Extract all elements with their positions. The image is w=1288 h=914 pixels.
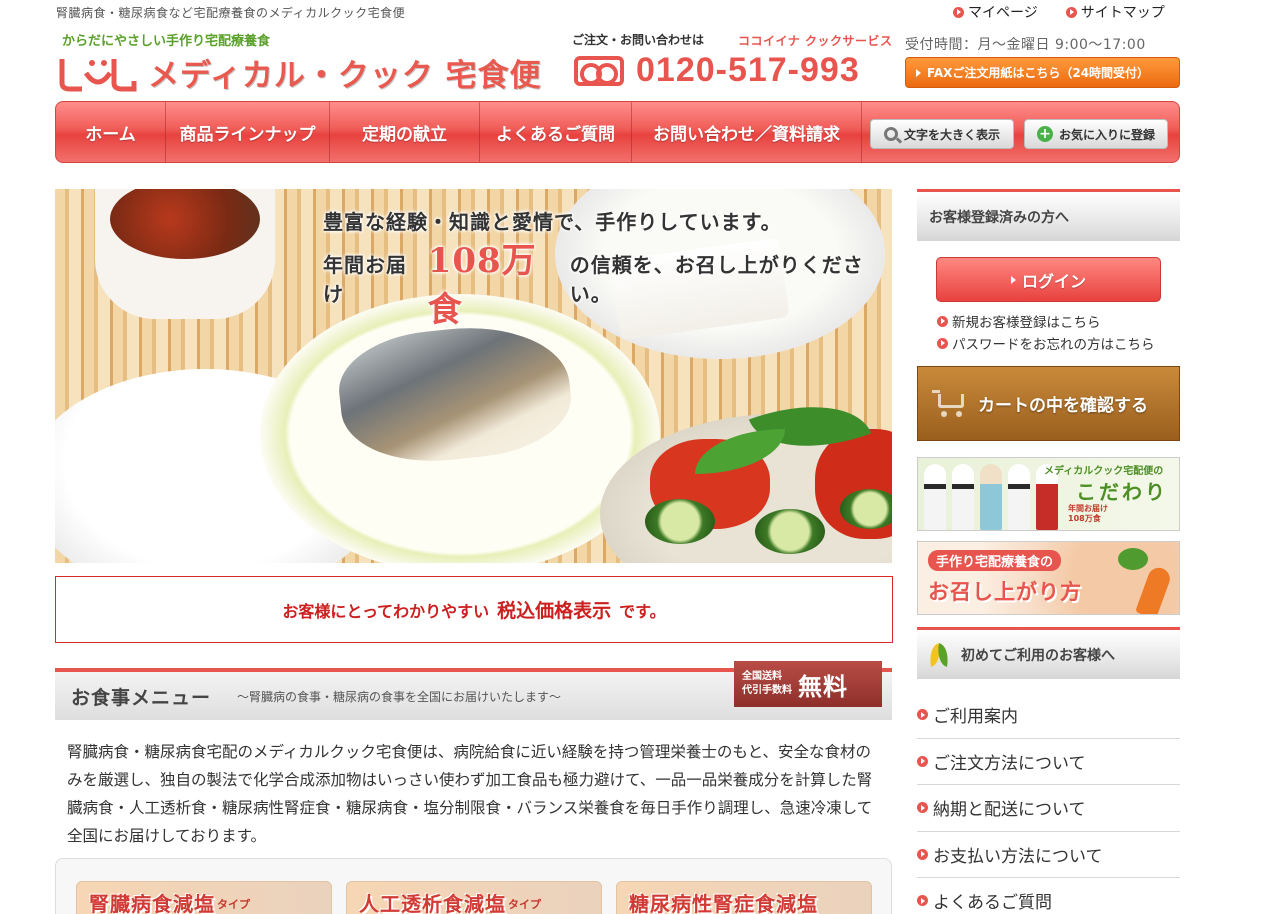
category-diabetic-nephropathy[interactable]: 糖尿病性腎症食減塩: [616, 881, 872, 914]
tax-notice: お客様にとってわかりやすい 税込価格表示 です。: [55, 576, 893, 643]
site-logo[interactable]: メディカル・クック 宅食便: [58, 50, 542, 95]
how-to-eat-banner[interactable]: 手作り宅配療養食の お召し上がり方: [917, 541, 1180, 615]
hero-highlight: 108万食: [427, 241, 537, 330]
company-name: ココイイナ クックサービス: [738, 34, 893, 48]
nav-menu-schedule[interactable]: 定期の献立: [330, 102, 480, 162]
register-link[interactable]: 新規お客様登録はこちら: [937, 311, 1101, 331]
phone-number: 0120-517-993: [636, 51, 860, 89]
leaf-icon: [929, 642, 951, 668]
arrow-bullet-icon: [917, 755, 928, 767]
hero-image: 豊富な経験・知識と愛情で、手作りしています。 年間お届け 108万食 の信頼を、…: [55, 189, 892, 563]
site-tagline: 腎臓病食・糖尿病食など宅配療養食のメディカルクック宅食便: [56, 6, 406, 20]
fax-order-button[interactable]: FAXご注文用紙はこちら（24時間受付）: [905, 57, 1180, 88]
hero-headline: 豊富な経験・知識と愛情で、手作りしています。: [323, 210, 782, 234]
guide-item-usage[interactable]: ご利用案内: [917, 692, 1180, 739]
plus-icon: +: [1036, 126, 1053, 142]
guide-item-faq[interactable]: よくあるご質問: [917, 878, 1180, 914]
guide-item-delivery[interactable]: 納期と配送について: [917, 785, 1180, 832]
menu-subtitle: ～腎臓病の食事・糖尿病の食事を全国にお届けいたします～: [237, 689, 562, 704]
freedial-icon: [574, 55, 624, 86]
nav-products[interactable]: 商品ラインナップ: [166, 102, 330, 162]
guide-item-order[interactable]: ご注文方法について: [917, 739, 1180, 785]
arrow-right-icon: [1010, 275, 1016, 284]
menu-description: 腎臓病食・糖尿病食宅配のメディカルクック宅食便は、病院給食に近い経験を持つ管理栄…: [67, 743, 873, 845]
free-shipping-badge: 全国送料 代引手数料 無料: [734, 661, 882, 707]
registered-customer-heading: お客様登録済みの方へ: [917, 189, 1180, 241]
arrow-bullet-icon: [937, 337, 948, 349]
cart-icon: [932, 389, 968, 418]
view-cart-button[interactable]: カートの中を確認する: [917, 366, 1180, 441]
forgot-password-link[interactable]: パスワードをお忘れの方はこちら: [937, 333, 1155, 353]
login-button[interactable]: ログイン: [936, 257, 1161, 302]
business-hours: 受付時間：月～金曜日 9:00～17:00: [905, 37, 1146, 53]
arrow-bullet-icon: [917, 709, 928, 721]
arrow-bullet-icon: [937, 315, 948, 327]
global-nav: ホーム 商品ラインナップ 定期の献立 よくあるご質問 お問い合わせ／資料請求 文…: [55, 101, 1180, 163]
guide-item-payment[interactable]: お支払い方法について: [917, 832, 1180, 878]
sitemap-link[interactable]: サイトマップ: [1065, 2, 1165, 22]
category-kidney[interactable]: 腎臓病食減塩 タイプ: [76, 881, 332, 914]
phone-block[interactable]: 0120-517-993: [574, 51, 860, 90]
hero-subheadline: 年間お届け 108万食 の信頼を、お召し上がりください。: [323, 233, 892, 331]
arrow-bullet-icon: [1065, 6, 1077, 18]
nav-home[interactable]: ホーム: [56, 102, 166, 162]
tax-emphasis: 税込価格表示: [497, 600, 612, 622]
logo-tagline: からだにやさしい手作り宅配療養食: [62, 34, 271, 49]
first-time-heading: 初めてご利用のお客様へ: [917, 627, 1180, 679]
add-favorite-button[interactable]: + お気に入りに登録: [1024, 119, 1168, 149]
logo-mark-icon: [59, 58, 137, 91]
magnifier-icon: [883, 127, 898, 141]
logo-name: メディカル・クック 宅食便: [148, 58, 542, 94]
category-dialysis[interactable]: 人工透析食減塩 タイプ: [346, 881, 602, 914]
kodawari-banner[interactable]: メディカルクック宅配便の こだわり 年間お届け 108万食: [917, 457, 1180, 531]
contact-label: ご注文・お問い合わせは: [572, 33, 705, 47]
arrow-bullet-icon: [917, 802, 928, 814]
category-tiles: 腎臓病食減塩 タイプ 人工透析食減塩 タイプ 糖尿病性腎症食減塩: [55, 858, 892, 914]
text-size-button[interactable]: 文字を大きく表示: [870, 119, 1014, 149]
arrow-bullet-icon: [917, 848, 928, 860]
mypage-link[interactable]: マイページ: [953, 2, 1038, 22]
top-links: マイページ サイトマップ: [953, 2, 1165, 22]
menu-title: お食事メニュー: [71, 686, 212, 709]
guide-list: ご利用案内 ご注文方法について 納期と配送について お支払い方法について よくあ…: [917, 692, 1180, 914]
arrow-bullet-icon: [917, 895, 928, 907]
arrow-bullet-icon: [953, 6, 964, 18]
nav-faq[interactable]: よくあるご質問: [480, 102, 632, 162]
arrow-right-icon: [916, 68, 921, 77]
nav-contact[interactable]: お問い合わせ／資料請求: [632, 102, 862, 162]
